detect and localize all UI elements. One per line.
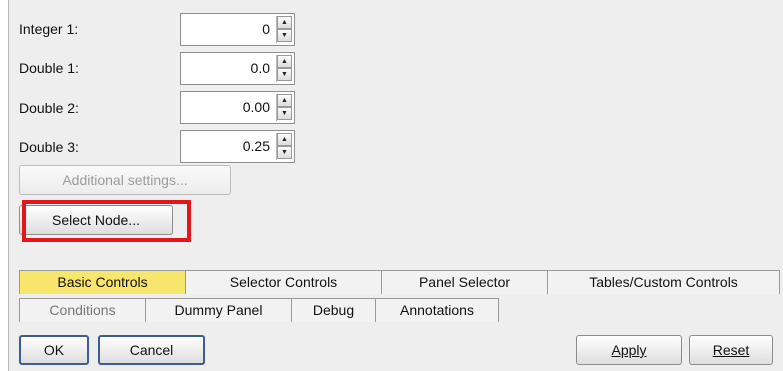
highlight-box [22,200,191,242]
node-dialog: Integer 1: 0 ▲ ▼ Double 1: 0.0 ▲ ▼ Doubl… [8,0,783,371]
spin-down-arrow-icon[interactable]: ▼ [277,68,292,81]
spin-down-arrow-icon[interactable]: ▼ [277,107,292,120]
tab-panel-selector[interactable]: Panel Selector [381,270,548,294]
spin-down-arrow-icon[interactable]: ▼ [277,29,292,42]
double-1-spinner[interactable]: 0.0 ▲ ▼ [180,52,295,85]
double-2-spin-buttons: ▲ ▼ [276,94,292,121]
double-3-spinner[interactable]: 0.25 ▲ ▼ [180,130,295,163]
reset-button[interactable]: Reset [689,335,773,365]
spin-up-arrow-icon[interactable]: ▲ [277,55,292,68]
tab-annotations[interactable]: Annotations [375,298,499,322]
integer-1-label: Integer 1: [19,21,79,37]
integer-1-spinner[interactable]: 0 ▲ ▼ [180,13,295,46]
integer-1-spin-buttons: ▲ ▼ [276,16,292,43]
double-2-label: Double 2: [19,100,79,116]
spin-up-arrow-icon[interactable]: ▲ [277,16,292,29]
tab-debug[interactable]: Debug [291,298,376,322]
double-3-label: Double 3: [19,139,79,155]
double-1-value[interactable]: 0.0 [251,60,270,76]
double-1-spin-buttons: ▲ ▼ [276,55,292,82]
tab-dummy-panel[interactable]: Dummy Panel [145,298,292,322]
additional-settings-button: Additional settings... [19,165,231,195]
ok-button[interactable]: OK [19,335,89,365]
tab-selector-controls[interactable]: Selector Controls [185,270,382,294]
tab-conditions[interactable]: Conditions [19,298,146,322]
double-3-value[interactable]: 0.25 [243,138,270,154]
double-2-spinner[interactable]: 0.00 ▲ ▼ [180,91,295,124]
integer-1-value[interactable]: 0 [262,21,270,37]
cancel-button[interactable]: Cancel [98,335,205,365]
apply-button[interactable]: Apply [576,335,682,365]
double-2-value[interactable]: 0.00 [243,99,270,115]
spin-up-arrow-icon[interactable]: ▲ [277,133,292,146]
spin-up-arrow-icon[interactable]: ▲ [277,94,292,107]
double-1-label: Double 1: [19,60,79,76]
tab-tables-custom-controls[interactable]: Tables/Custom Controls [547,270,780,294]
spin-down-arrow-icon[interactable]: ▼ [277,146,292,159]
double-3-spin-buttons: ▲ ▼ [276,133,292,160]
tab-row-1: Basic Controls Selector Controls Panel S… [19,270,780,294]
tab-row-2: Conditions Dummy Panel Debug Annotations [19,298,499,322]
tab-basic-controls[interactable]: Basic Controls [19,270,186,294]
